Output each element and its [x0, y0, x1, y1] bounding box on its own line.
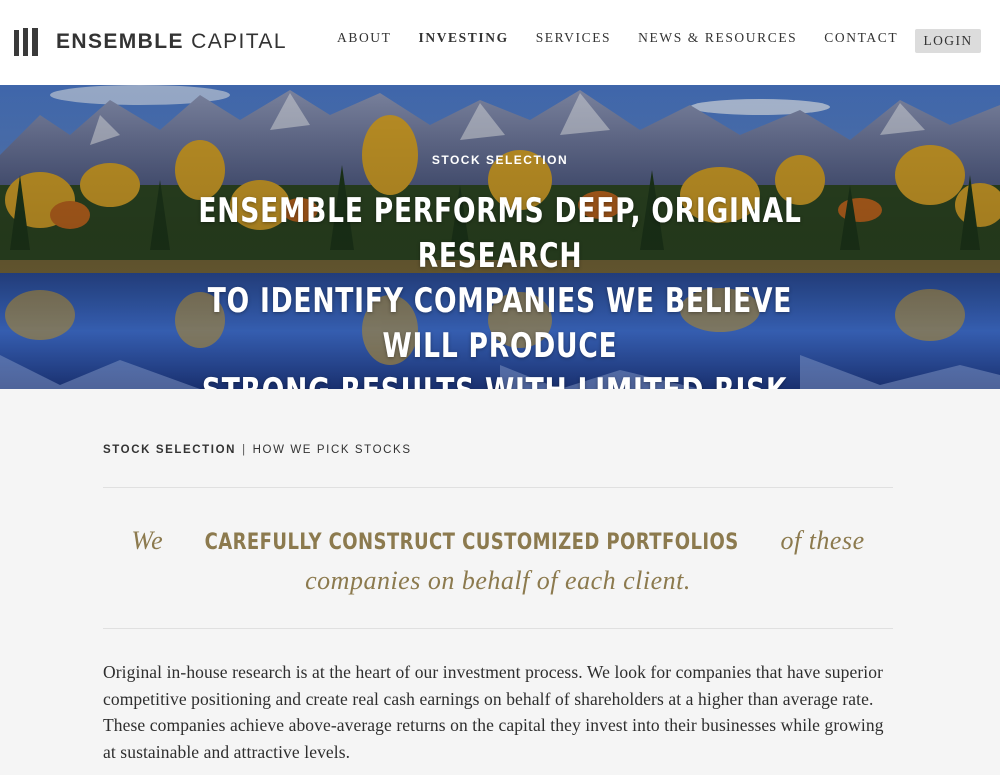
pull-quote-pre: We [131, 526, 164, 555]
breadcrumb: STOCK SELECTION | HOW WE PICK STOCKS [103, 444, 412, 456]
main-nav: ABOUT INVESTING SERVICES NEWS & RESOURCE… [337, 30, 925, 46]
nav-about[interactable]: ABOUT [337, 30, 392, 46]
body-paragraph: Original in-house research is at the hea… [103, 662, 884, 762]
hero-heading: Ensemble performs deep, original researc… [188, 189, 812, 389]
login-button[interactable]: LOGIN [915, 29, 981, 53]
section-divider-top [103, 487, 893, 488]
nav-contact[interactable]: CONTACT [824, 30, 898, 46]
hero-heading-line-1: Ensemble performs deep, original researc… [198, 191, 802, 276]
hero-banner: STOCK SELECTION Ensemble performs deep, … [0, 85, 1000, 389]
breadcrumb-sub: HOW WE PICK STOCKS [252, 444, 412, 456]
logo-bars-icon [14, 28, 38, 56]
nav-services[interactable]: SERVICES [536, 30, 611, 46]
hero-heading-line-3: strong results with limited risk. [202, 371, 798, 389]
breadcrumb-current: STOCK SELECTION [103, 444, 237, 456]
ensemble-capital-logo[interactable]: ENSEMBLE CAPITAL [14, 28, 287, 56]
nav-news-resources[interactable]: NEWS & RESOURCES [638, 30, 797, 46]
pull-quote-emphasis: carefully construct customized portfolio… [204, 530, 739, 555]
logo-wordmark: ENSEMBLE CAPITAL [56, 30, 287, 53]
hero-heading-line-2: to identify companies we believe will pr… [207, 281, 793, 366]
nav-investing[interactable]: INVESTING [419, 30, 509, 46]
pull-quote-post-1: of these [780, 526, 865, 555]
hero-eyebrow: STOCK SELECTION [431, 153, 569, 167]
breadcrumb-separator: | [242, 444, 247, 456]
section-divider-bottom [103, 628, 893, 629]
site-header: ENSEMBLE CAPITAL ABOUT INVESTING SERVICE… [0, 0, 1000, 85]
pull-quote-post-2: companies on behalf of each client. [305, 566, 691, 595]
pull-quote: We carefully construct customized portfo… [103, 522, 893, 600]
